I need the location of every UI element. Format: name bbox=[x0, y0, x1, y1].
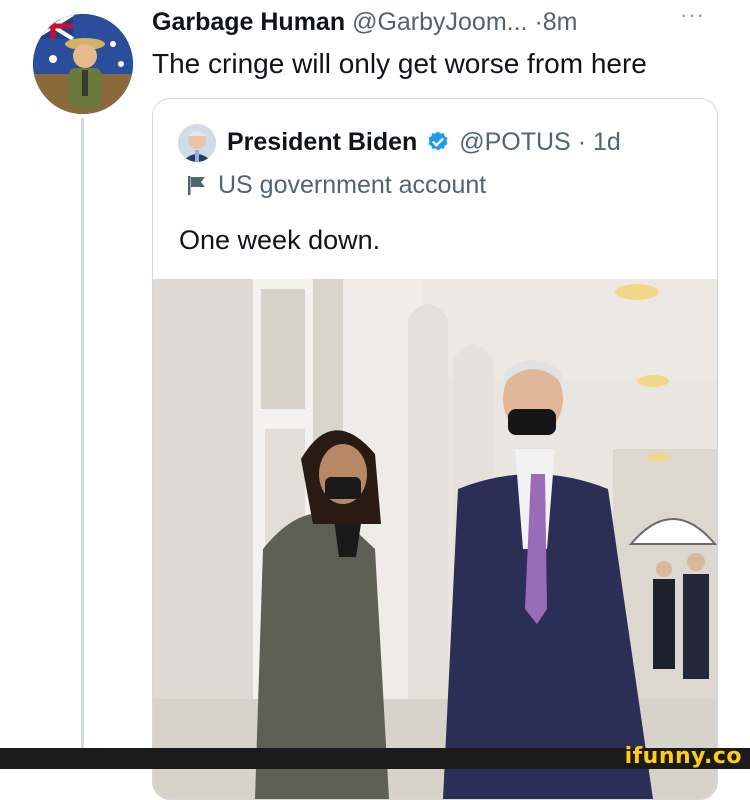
tweet-media-photo[interactable] bbox=[153, 279, 717, 799]
author-avatar[interactable] bbox=[33, 14, 133, 114]
quoted-avatar-image bbox=[178, 124, 216, 162]
quoted-separator: · bbox=[577, 128, 587, 156]
quoted-tweet-card[interactable]: President Biden @POTUS · 1d US governmen… bbox=[152, 98, 718, 800]
quoted-author-handle[interactable]: @POTUS bbox=[459, 128, 571, 156]
thread-connector bbox=[81, 118, 84, 748]
ifunny-watermark: ifunny.co bbox=[624, 744, 742, 769]
author-handle[interactable]: @GarbyJoom... bbox=[352, 8, 527, 36]
more-options-icon[interactable]: ··· bbox=[680, 2, 705, 28]
quoted-author-avatar[interactable] bbox=[178, 124, 216, 162]
verified-badge-icon bbox=[426, 130, 450, 162]
government-flag-icon bbox=[186, 172, 210, 204]
quoted-tweet-text: One week down. bbox=[179, 225, 381, 255]
photo-illustration bbox=[153, 279, 717, 799]
tweet-time[interactable]: 8m bbox=[543, 8, 578, 36]
account-label-text: US government account bbox=[218, 171, 487, 199]
quoted-tweet-header: President Biden @POTUS · 1d bbox=[227, 126, 621, 162]
quoted-author-name[interactable]: President Biden bbox=[227, 128, 417, 156]
quoted-tweet-time[interactable]: 1d bbox=[593, 128, 621, 156]
tweet-text: The cringe will only get worse from here bbox=[152, 48, 647, 79]
separator: · bbox=[534, 8, 543, 36]
avatar-image bbox=[33, 14, 133, 114]
account-label: US government account bbox=[186, 169, 486, 204]
author-name[interactable]: Garbage Human bbox=[152, 8, 345, 36]
tweet-header: Garbage Human @GarbyJoom... ·8m bbox=[152, 6, 578, 38]
